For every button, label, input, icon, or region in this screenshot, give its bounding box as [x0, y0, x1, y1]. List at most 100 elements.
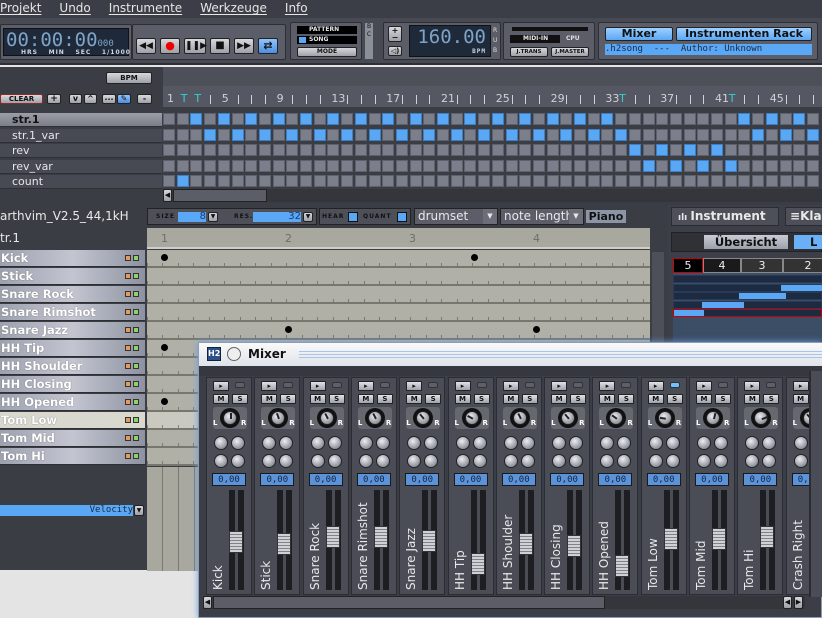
play-sample-button[interactable]: ▸ [647, 381, 664, 391]
menu-werkzeuge[interactable]: Werkzeuge [200, 0, 267, 18]
song-cell[interactable] [601, 128, 614, 141]
song-cell[interactable] [656, 128, 669, 141]
song-cell[interactable] [245, 113, 258, 125]
song-cell[interactable] [368, 159, 381, 172]
rubberband-toggle[interactable]: R U B [493, 26, 499, 58]
note-grid-row[interactable] [147, 286, 650, 304]
mute-button[interactable]: M [744, 394, 761, 404]
fx-send-knob[interactable] [424, 454, 439, 468]
fx-send-knob[interactable] [520, 454, 535, 468]
play-sample-button[interactable]: ▸ [599, 381, 616, 391]
solo-button[interactable]: S [521, 394, 538, 404]
select-mode-button[interactable]: ... [102, 94, 116, 104]
note-dot[interactable] [161, 254, 168, 261]
volume-fader[interactable] [760, 526, 775, 548]
song-cell[interactable] [532, 113, 545, 125]
play-sample-button[interactable]: ▸ [551, 381, 568, 391]
solo-button[interactable]: S [666, 394, 683, 404]
instrument-row[interactable]: Snare Rimshot [0, 304, 145, 321]
fx-send-knob[interactable] [310, 436, 325, 450]
song-cell[interactable] [409, 159, 422, 172]
fx-send-knob[interactable] [520, 436, 535, 450]
song-cell[interactable] [642, 144, 655, 156]
mute-button[interactable]: M [406, 394, 423, 404]
song-cell[interactable] [437, 113, 449, 125]
song-cell[interactable] [491, 144, 504, 156]
song-cell[interactable] [532, 128, 545, 141]
mute-button[interactable] [125, 435, 131, 441]
song-cell[interactable] [478, 175, 491, 187]
tab-instrument[interactable]: ılı Instrument [671, 207, 779, 226]
song-cell[interactable] [601, 144, 614, 156]
song-cell[interactable] [272, 128, 285, 141]
song-cell[interactable] [327, 144, 340, 156]
song-cell[interactable] [628, 113, 641, 125]
song-cell[interactable] [711, 159, 723, 172]
song-cell[interactable] [190, 175, 203, 187]
song-cell[interactable] [587, 128, 600, 141]
mute-button[interactable]: M [309, 394, 326, 404]
fx-send-knob[interactable] [262, 436, 277, 450]
song-cell[interactable] [765, 113, 778, 125]
song-cell[interactable] [491, 113, 504, 125]
fx-send-knob[interactable] [665, 436, 680, 450]
fast-forward-button[interactable]: ▶▶ [234, 38, 254, 54]
pan-knob[interactable]: LR [551, 407, 586, 429]
song-cell[interactable] [354, 144, 367, 156]
song-cell[interactable] [491, 159, 504, 172]
song-cell[interactable] [464, 175, 477, 187]
note-grid-row[interactable] [147, 250, 650, 268]
volume-fader[interactable] [615, 554, 630, 577]
bc-toggle[interactable]: B C [365, 23, 373, 59]
song-cell[interactable] [532, 144, 545, 156]
song-cell[interactable] [341, 175, 354, 187]
solo-button[interactable]: S [328, 394, 345, 404]
song-cell[interactable] [437, 175, 449, 187]
layer-range[interactable] [781, 284, 822, 291]
song-cell[interactable] [519, 159, 532, 172]
volume-fader[interactable] [567, 535, 582, 557]
scroll-left-button[interactable]: ◀ [203, 596, 212, 609]
bpm-display[interactable]: 160.00 BPM [409, 25, 491, 57]
song-cell[interactable] [711, 128, 723, 141]
mute-button[interactable]: M [551, 394, 568, 404]
piano-roll-button[interactable]: Piano [586, 210, 626, 223]
song-cell[interactable] [806, 175, 819, 187]
hear-notes-toggle[interactable] [348, 212, 358, 222]
song-cell[interactable] [217, 113, 230, 125]
song-cell[interactable] [464, 113, 477, 125]
solo-button[interactable]: S [232, 394, 248, 404]
song-cell[interactable] [724, 113, 737, 125]
song-cell[interactable] [354, 175, 367, 187]
song-cell[interactable] [409, 175, 422, 187]
res-value[interactable]: 32 [253, 212, 301, 222]
fx-send-knob[interactable] [472, 436, 487, 450]
song-cell[interactable] [231, 113, 244, 125]
fx-send-knob[interactable] [745, 454, 760, 468]
song-cell[interactable] [628, 128, 641, 141]
song-cell[interactable] [642, 175, 655, 187]
play-sample-button[interactable]: ▸ [792, 381, 809, 391]
song-cell[interactable] [231, 128, 244, 141]
fx-send-knob[interactable] [358, 436, 373, 450]
volume-fader[interactable] [325, 526, 340, 548]
song-cell[interactable] [176, 128, 189, 141]
draw-mode-button[interactable]: ✎ [117, 94, 131, 104]
play-sample-button[interactable]: ▸ [357, 381, 374, 391]
song-cell[interactable] [204, 128, 217, 141]
pattern-list-item[interactable]: str.1_var [0, 128, 162, 143]
menu-instrumente[interactable]: Instrumente [109, 0, 182, 18]
play-sample-button[interactable]: ▸ [696, 381, 712, 391]
song-cell[interactable] [450, 144, 463, 156]
fx-send-knob[interactable] [600, 436, 615, 450]
fx-send-knob[interactable] [327, 436, 342, 450]
instrument-row[interactable]: HH Shoulder [0, 358, 145, 375]
play-sample-button[interactable]: ▸ [309, 381, 326, 391]
play-sample-button[interactable]: ▸ [261, 381, 278, 391]
song-cell[interactable] [382, 175, 395, 187]
pan-knob[interactable]: LR [599, 407, 634, 429]
song-cell[interactable] [437, 159, 449, 172]
song-cell[interactable] [258, 113, 271, 125]
song-cell[interactable] [519, 144, 532, 156]
volume-fader[interactable] [277, 533, 292, 556]
